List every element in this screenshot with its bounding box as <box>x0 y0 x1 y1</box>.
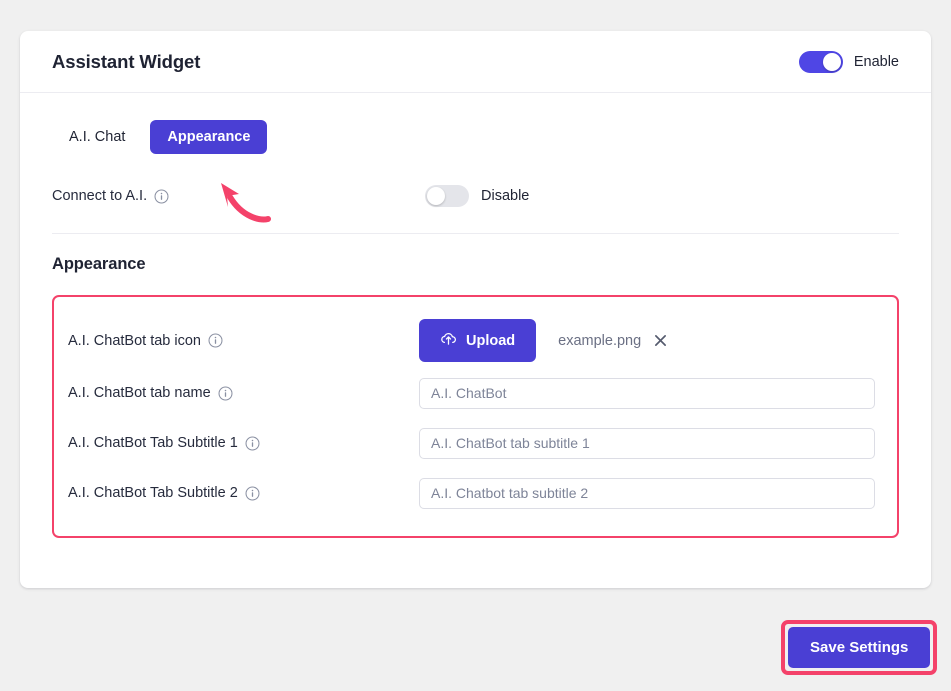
info-icon[interactable] <box>208 333 223 348</box>
field-control-tab-icon: Upload example.png <box>419 319 875 362</box>
enable-toggle-group: Enable <box>798 50 899 73</box>
field-label-group: A.I. ChatBot tab name <box>66 385 419 401</box>
connect-to-ai-label: Connect to A.I. <box>52 188 148 204</box>
toggle-knob <box>427 187 445 205</box>
upload-button[interactable]: Upload <box>419 319 537 362</box>
enable-widget-toggle[interactable] <box>798 50 843 73</box>
card-header: Assistant Widget Enable <box>20 31 931 93</box>
connect-to-ai-label-group: Connect to A.I. <box>52 188 169 204</box>
assistant-widget-card: Assistant Widget Enable A.I. Chat Appear… <box>20 31 931 588</box>
page-title: Assistant Widget <box>52 50 201 72</box>
save-settings-button[interactable]: Save Settings <box>788 627 931 668</box>
tab-subtitle-2-input[interactable] <box>419 477 875 509</box>
field-label-group: A.I. ChatBot Tab Subtitle 2 <box>66 485 419 501</box>
field-control-tab-subtitle-1 <box>419 427 875 459</box>
info-icon[interactable] <box>154 189 169 204</box>
connect-to-ai-toggle-group: Disable <box>425 185 529 207</box>
close-icon[interactable] <box>654 334 667 347</box>
field-control-tab-name <box>419 377 875 409</box>
tab-name-input[interactable] <box>419 377 875 409</box>
cloud-upload-icon <box>440 330 457 351</box>
toggle-knob <box>822 52 841 71</box>
enable-toggle-label: Enable <box>853 53 899 70</box>
field-label-tab-icon: A.I. ChatBot tab icon <box>68 332 201 349</box>
info-icon[interactable] <box>218 386 233 401</box>
uploaded-file-name: example.png <box>558 332 642 349</box>
appearance-fields-highlight: A.I. ChatBot tab icon Upload example.png… <box>52 295 899 538</box>
upload-button-label: Upload <box>466 332 516 349</box>
field-label-group: A.I. ChatBot Tab Subtitle 1 <box>66 435 419 451</box>
field-label-tab-subtitle-2: A.I. ChatBot Tab Subtitle 2 <box>68 485 238 501</box>
field-row-tab-name: A.I. ChatBot tab name <box>66 374 875 412</box>
connect-to-ai-row: Connect to A.I. Disable <box>52 183 899 209</box>
field-label-tab-name: A.I. ChatBot tab name <box>68 385 211 401</box>
info-icon[interactable] <box>245 436 260 451</box>
uploaded-file-chip: example.png <box>558 333 667 349</box>
tab-ai-chat[interactable]: A.I. Chat <box>52 120 142 154</box>
field-control-tab-subtitle-2 <box>419 477 875 509</box>
field-row-tab-icon: A.I. ChatBot tab icon Upload example.png <box>66 319 875 362</box>
connect-to-ai-toggle[interactable] <box>425 185 469 207</box>
connect-to-ai-toggle-label: Disable <box>481 188 530 204</box>
appearance-section-heading: Appearance <box>52 255 146 273</box>
info-icon[interactable] <box>245 486 260 501</box>
section-divider <box>52 233 899 234</box>
field-row-tab-subtitle-2: A.I. ChatBot Tab Subtitle 2 <box>66 474 875 512</box>
tab-bar: A.I. Chat Appearance <box>52 93 899 154</box>
save-settings-highlight: Save Settings <box>781 620 938 675</box>
field-label-group: A.I. ChatBot tab icon <box>66 333 419 349</box>
card-body: A.I. Chat Appearance Connect to A.I. Dis… <box>20 93 931 538</box>
field-row-tab-subtitle-1: A.I. ChatBot Tab Subtitle 1 <box>66 424 875 462</box>
field-label-tab-subtitle-1: A.I. ChatBot Tab Subtitle 1 <box>68 435 238 451</box>
tab-appearance[interactable]: Appearance <box>150 120 268 154</box>
tab-subtitle-1-input[interactable] <box>419 427 875 459</box>
